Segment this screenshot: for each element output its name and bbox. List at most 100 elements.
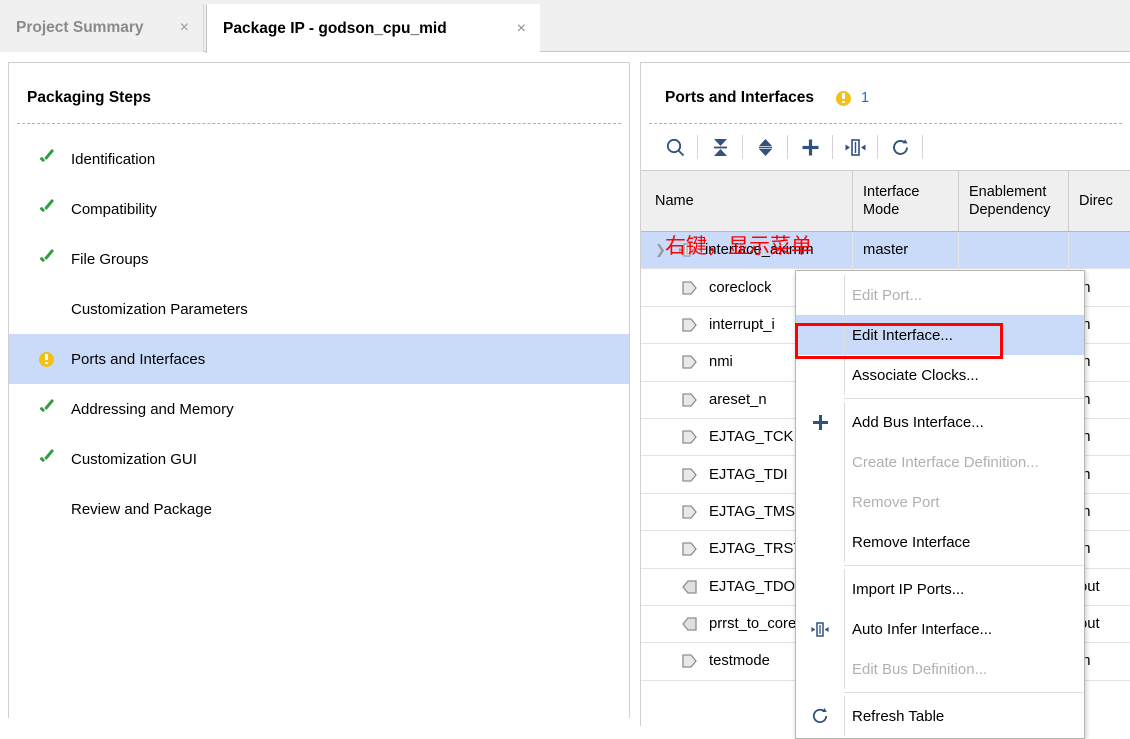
port-name: EJTAG_TDI bbox=[709, 466, 788, 483]
tab-package-ip[interactable]: Package IP - godson_cpu_mid × bbox=[206, 4, 540, 53]
sidebar-item-ports-and-interfaces[interactable]: Ports and Interfaces bbox=[9, 334, 629, 384]
bus-interface-icon bbox=[677, 242, 699, 258]
port-name: EJTAG_TDO bbox=[709, 578, 796, 595]
menu-item-associate-clocks[interactable]: Associate Clocks... bbox=[796, 355, 1084, 395]
menu-item-label: Import IP Ports... bbox=[852, 580, 965, 598]
sidebar-item-label: File Groups bbox=[71, 250, 149, 268]
menu-gutter-divider bbox=[844, 275, 845, 315]
close-icon[interactable]: × bbox=[164, 20, 189, 36]
sidebar-item-label: Compatibility bbox=[71, 200, 157, 218]
bus-interface-icon[interactable] bbox=[833, 127, 877, 167]
menu-item-label: Create Interface Definition... bbox=[852, 453, 1039, 471]
warning-count: 1 bbox=[861, 90, 870, 106]
port-input-icon bbox=[681, 354, 703, 370]
menu-item-label: Edit Bus Definition... bbox=[852, 660, 988, 678]
port-name: prrst_to_core bbox=[709, 616, 797, 633]
sidebar-item-label: Customization GUI bbox=[71, 450, 197, 468]
menu-item-remove-port: Remove Port bbox=[796, 482, 1084, 522]
bus-interface-icon bbox=[796, 620, 844, 639]
sidebar-item-compatibility[interactable]: Compatibility bbox=[9, 184, 629, 234]
page-title: Ports and Interfaces bbox=[665, 89, 815, 106]
menu-divider bbox=[844, 565, 1084, 566]
sidebar-item-label: Review and Package bbox=[71, 500, 212, 518]
port-name: coreclock bbox=[709, 279, 772, 296]
tab-project-summary[interactable]: Project Summary × bbox=[0, 4, 204, 52]
menu-item-label: Remove Interface bbox=[852, 533, 971, 551]
menu-gutter-divider bbox=[844, 649, 845, 689]
port-input-icon bbox=[681, 504, 703, 520]
column-header-direction[interactable]: Direc bbox=[1069, 171, 1130, 231]
menu-item-label: Add Bus Interface... bbox=[852, 413, 984, 431]
context-menu: Edit Port... Edit Interface... Associate C… bbox=[795, 270, 1085, 739]
menu-item-label: Edit Port... bbox=[852, 286, 923, 304]
port-output-icon bbox=[681, 579, 703, 595]
menu-item-auto-infer-interface[interactable]: Auto Infer Interface... bbox=[796, 609, 1084, 649]
check-icon bbox=[39, 401, 63, 417]
refresh-icon bbox=[796, 706, 844, 726]
port-name: areset_n bbox=[709, 391, 767, 408]
menu-item-label: Associate Clocks... bbox=[852, 366, 979, 384]
sidebar-item-label: Addressing and Memory bbox=[71, 400, 234, 418]
chevron-right-icon[interactable]: ❯ bbox=[655, 242, 677, 258]
tab-bar: Project Summary × Package IP - godson_cp… bbox=[0, 0, 1130, 53]
sidebar-item-addressing-and-memory[interactable]: Addressing and Memory bbox=[9, 384, 629, 434]
sidebar-item-file-groups[interactable]: File Groups bbox=[9, 234, 629, 284]
sidebar-item-identification[interactable]: Identification bbox=[9, 134, 629, 184]
column-header-name[interactable]: Name bbox=[641, 171, 853, 231]
port-name: testmode bbox=[709, 653, 770, 670]
menu-gutter-divider bbox=[844, 696, 845, 736]
menu-item-import-ip-ports[interactable]: Import IP Ports... bbox=[796, 569, 1084, 609]
menu-item-label: Auto Infer Interface... bbox=[852, 620, 993, 638]
cell-direction bbox=[1069, 232, 1130, 268]
menu-divider bbox=[844, 398, 1084, 399]
menu-gutter-divider bbox=[844, 482, 845, 522]
packaging-steps-list: Identification Compatibility File Groups Cu… bbox=[9, 134, 629, 534]
column-header-enablement-dependency[interactable]: Enablement Dependency bbox=[959, 171, 1069, 231]
menu-item-edit-bus-definition: Edit Bus Definition... bbox=[796, 649, 1084, 689]
check-icon bbox=[39, 451, 63, 467]
add-icon[interactable] bbox=[788, 127, 832, 167]
port-input-icon bbox=[681, 541, 703, 557]
sidebar-item-customization-gui[interactable]: Customization GUI bbox=[9, 434, 629, 484]
sidebar-item-label: Ports and Interfaces bbox=[71, 350, 206, 368]
ports-toolbar bbox=[641, 124, 1130, 170]
menu-item-refresh-table[interactable]: Refresh Table bbox=[796, 696, 1084, 736]
menu-item-label: Remove Port bbox=[852, 493, 940, 511]
refresh-icon[interactable] bbox=[878, 127, 922, 167]
port-input-icon bbox=[681, 429, 703, 445]
cell-enablement-dependency bbox=[959, 232, 1069, 269]
sidebar-item-customization-parameters[interactable]: Customization Parameters bbox=[9, 284, 629, 334]
tab-label: Project Summary bbox=[16, 19, 144, 36]
collapse-all-icon[interactable] bbox=[698, 127, 742, 167]
menu-gutter-divider bbox=[844, 569, 845, 609]
sidebar-item-review-and-package[interactable]: Review and Package bbox=[9, 484, 629, 534]
port-name: interrupt_i bbox=[709, 316, 775, 333]
packaging-steps-panel: Packaging Steps Identification Compatibil… bbox=[8, 62, 630, 718]
port-name: nmi bbox=[709, 354, 733, 371]
port-name: EJTAG_TMS bbox=[709, 503, 796, 520]
table-row[interactable]: ❯ interface_aximm master bbox=[641, 232, 1130, 270]
column-header-interface-mode[interactable]: Interface Mode bbox=[853, 171, 959, 231]
divider bbox=[17, 123, 621, 124]
menu-gutter-divider bbox=[844, 402, 845, 442]
menu-item-remove-interface[interactable]: Remove Interface bbox=[796, 522, 1084, 562]
port-name: interface_aximm bbox=[705, 242, 814, 259]
panel-title: Packaging Steps bbox=[27, 89, 152, 106]
close-icon[interactable]: × bbox=[501, 21, 526, 37]
menu-item-label: Edit Interface... bbox=[852, 326, 953, 344]
menu-item-edit-port: Edit Port... bbox=[796, 275, 1084, 315]
menu-gutter-divider bbox=[844, 522, 845, 562]
menu-divider bbox=[844, 692, 1084, 693]
port-input-icon bbox=[681, 317, 703, 333]
menu-item-edit-interface[interactable]: Edit Interface... bbox=[796, 315, 1084, 355]
tab-label: Package IP - godson_cpu_mid bbox=[223, 20, 447, 37]
search-icon[interactable] bbox=[653, 127, 697, 167]
port-name: EJTAG_TCK bbox=[709, 429, 794, 446]
sidebar-item-label: Identification bbox=[71, 150, 156, 168]
port-input-icon bbox=[681, 467, 703, 483]
divider bbox=[922, 135, 923, 159]
expand-all-icon[interactable] bbox=[743, 127, 787, 167]
check-icon bbox=[39, 251, 63, 267]
menu-item-label: Refresh Table bbox=[852, 707, 945, 725]
menu-item-add-bus-interface[interactable]: Add Bus Interface... bbox=[796, 402, 1084, 442]
